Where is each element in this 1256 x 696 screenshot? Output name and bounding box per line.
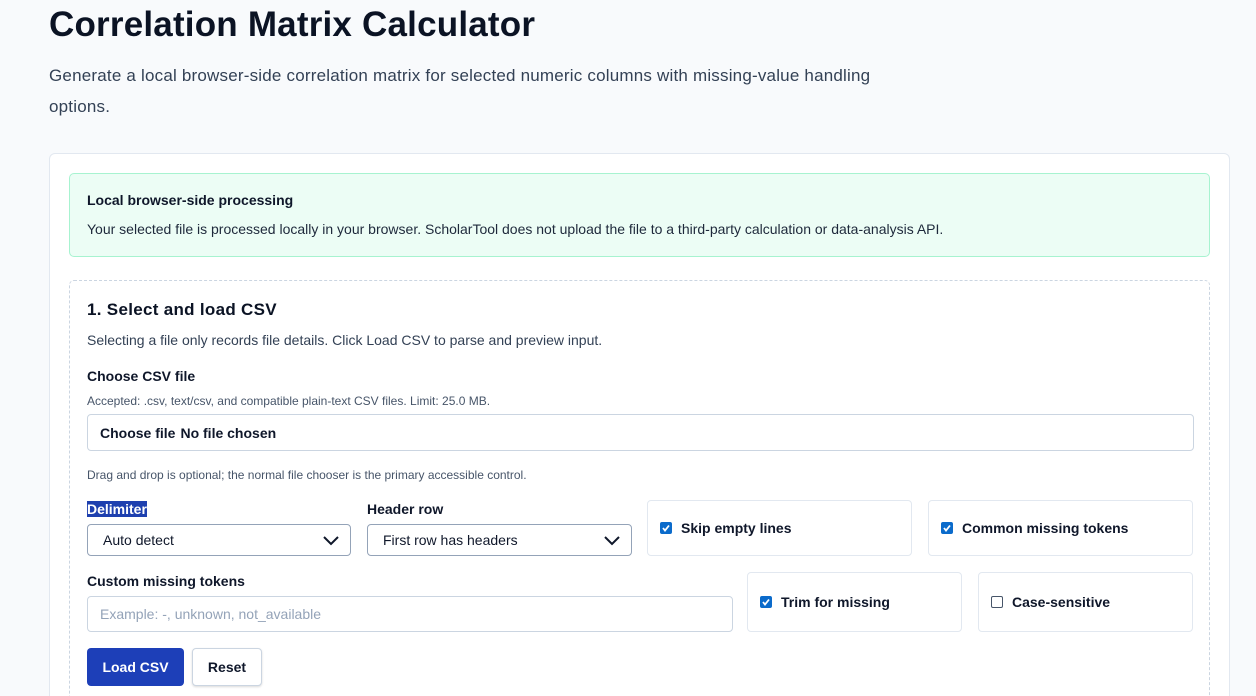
section-title: 1. Select and load CSV bbox=[87, 300, 277, 319]
load-csv-section: 1. Select and load CSV Selecting a file … bbox=[69, 280, 1210, 696]
file-hint: Accepted: .csv, text/csv, and compatible… bbox=[87, 394, 491, 408]
page-title: Correlation Matrix Calculator bbox=[49, 5, 536, 44]
notice-text: Your selected file is processed locally … bbox=[87, 221, 944, 237]
custom-missing-label: Custom missing tokens bbox=[87, 573, 245, 589]
trim-checkbox[interactable] bbox=[760, 596, 772, 608]
choose-file-button[interactable]: Choose file bbox=[100, 425, 175, 441]
delimiter-label: Delimiter bbox=[87, 501, 147, 517]
file-chooser[interactable]: Choose file No file chosen bbox=[87, 414, 1194, 451]
reset-button[interactable]: Reset bbox=[192, 648, 262, 686]
section-description: Selecting a file only records file detai… bbox=[87, 332, 603, 348]
header-row-label: Header row bbox=[367, 501, 444, 517]
common-missing-option[interactable]: Common missing tokens bbox=[928, 500, 1193, 556]
header-row-value: First row has headers bbox=[383, 532, 518, 548]
header-row-select[interactable]: First row has headers bbox=[367, 524, 632, 556]
page-description: Generate a local browser-side correlatio… bbox=[49, 66, 871, 116]
case-sensitive-checkbox[interactable] bbox=[991, 596, 1003, 608]
case-sensitive-option[interactable]: Case-sensitive bbox=[978, 572, 1193, 632]
delimiter-value: Auto detect bbox=[103, 532, 174, 548]
load-csv-button[interactable]: Load CSV bbox=[87, 648, 184, 686]
trim-missing-option[interactable]: Trim for missing bbox=[747, 572, 962, 632]
main-card: Local browser-side processing Your selec… bbox=[49, 153, 1230, 696]
common-missing-checkbox[interactable] bbox=[941, 522, 953, 534]
skip-empty-lines-option[interactable]: Skip empty lines bbox=[647, 500, 912, 556]
skip-empty-checkbox[interactable] bbox=[660, 522, 672, 534]
common-missing-label: Common missing tokens bbox=[962, 520, 1129, 536]
trim-label: Trim for missing bbox=[781, 594, 890, 610]
privacy-notice: Local browser-side processing Your selec… bbox=[69, 173, 1210, 257]
notice-title: Local browser-side processing bbox=[87, 192, 294, 208]
custom-missing-input[interactable] bbox=[87, 596, 733, 632]
skip-empty-label: Skip empty lines bbox=[681, 520, 792, 536]
case-sensitive-label: Case-sensitive bbox=[1012, 594, 1111, 610]
file-label: Choose CSV file bbox=[87, 368, 196, 384]
chevron-down-icon bbox=[604, 536, 620, 546]
file-status: No file chosen bbox=[180, 424, 277, 441]
delimiter-select[interactable]: Auto detect bbox=[87, 524, 351, 556]
drag-hint: Drag and drop is optional; the normal fi… bbox=[87, 468, 527, 482]
chevron-down-icon bbox=[323, 536, 339, 546]
